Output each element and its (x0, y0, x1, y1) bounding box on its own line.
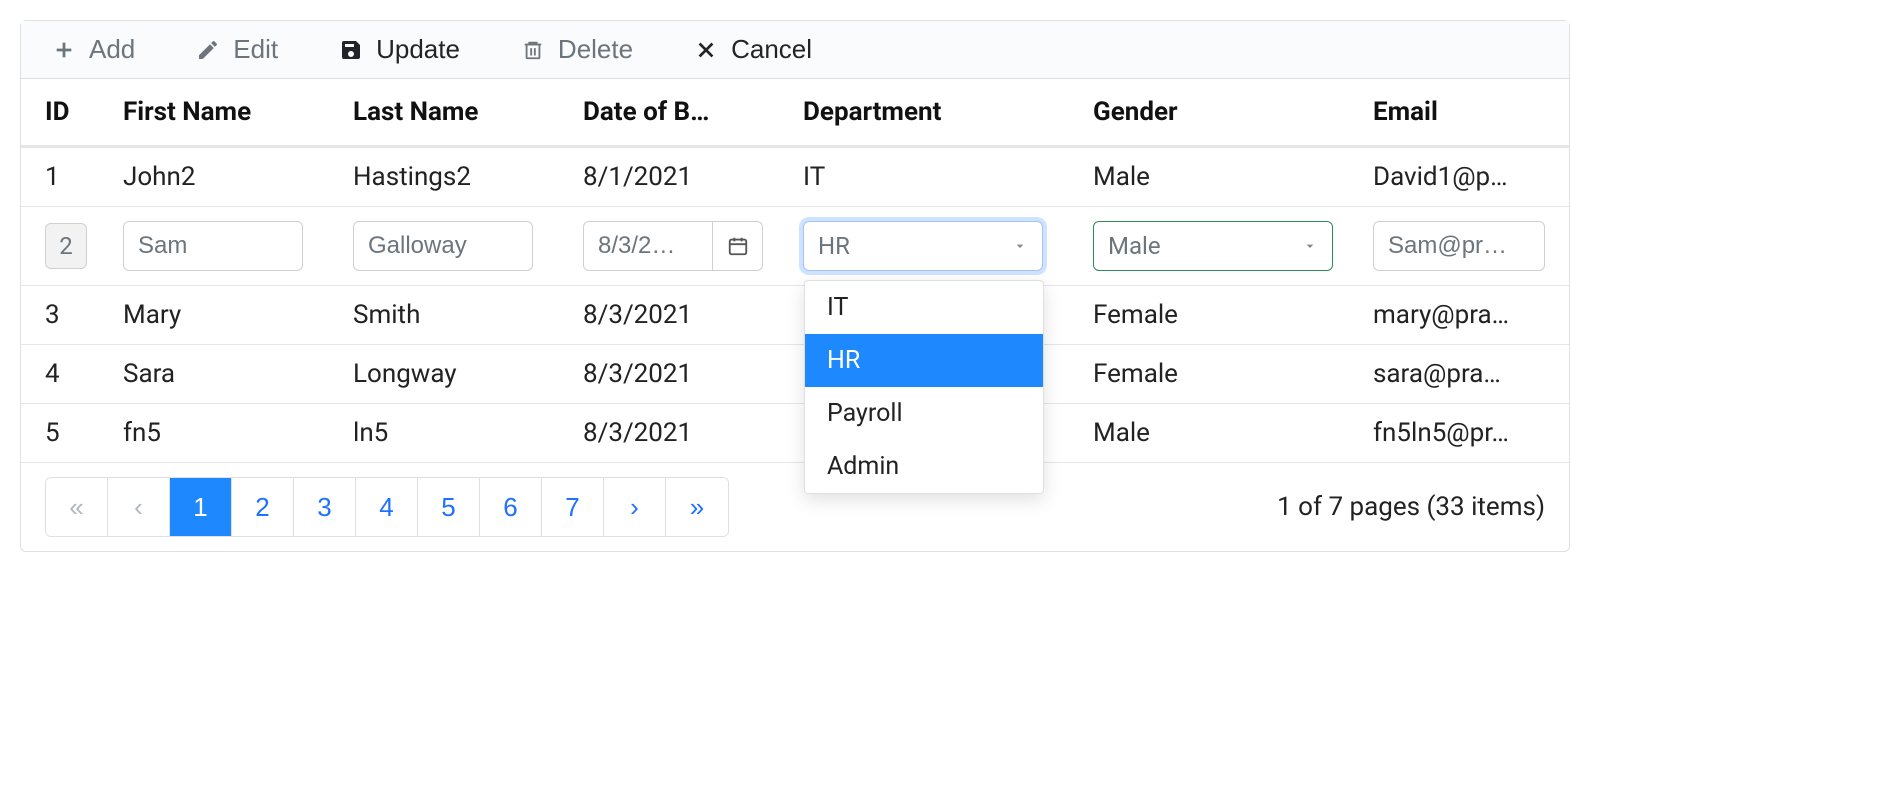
edit-button[interactable]: Edit (189, 33, 284, 66)
table-row-editing: 2 (21, 207, 1569, 286)
chevron-left-icon: ‹ (134, 492, 143, 523)
chevron-down-icon (1012, 238, 1028, 254)
chevrons-left-icon: « (69, 492, 83, 523)
chevron-right-icon: › (630, 492, 639, 523)
pager-page-button[interactable]: 2 (232, 478, 294, 536)
cell-first-name: John2 (111, 147, 341, 207)
pager-next-button[interactable]: › (604, 478, 666, 536)
cell-gender: Male (1081, 404, 1361, 463)
cell-first-name: Sara (111, 345, 341, 404)
cell-id: 1 (21, 147, 111, 207)
cancel-label: Cancel (731, 34, 812, 65)
department-dropdown[interactable]: HR IT HR Payroll Admin (803, 221, 1043, 271)
cell-email: David1@p… (1361, 147, 1569, 207)
data-grid: Add Edit Update Delete Cancel (20, 20, 1570, 552)
gender-selected: Male (1108, 232, 1161, 260)
chevron-down-icon (1302, 238, 1318, 254)
cell-dob: 8/1/2021 (571, 147, 791, 207)
update-button[interactable]: Update (332, 33, 466, 66)
col-header-gender[interactable]: Gender (1081, 79, 1361, 147)
chevrons-right-icon: » (690, 492, 704, 523)
pager-page-button[interactable]: 7 (542, 478, 604, 536)
id-chip: 2 (45, 223, 87, 269)
save-icon (338, 37, 364, 63)
cell-id: 5 (21, 404, 111, 463)
trash-icon (520, 37, 546, 63)
pager-page-button[interactable]: 1 (170, 478, 232, 536)
pencil-icon (195, 37, 221, 63)
cell-last-name: ln5 (341, 404, 571, 463)
col-header-first-name[interactable]: First Name (111, 79, 341, 147)
col-header-email[interactable]: Email (1361, 79, 1569, 147)
pager-page-button[interactable]: 3 (294, 478, 356, 536)
calendar-icon (727, 235, 749, 257)
cell-email: mary@pra… (1361, 286, 1569, 345)
grid-table: ID First Name Last Name Date of B… Depar… (21, 79, 1569, 463)
cell-gender: Male (1081, 147, 1361, 207)
pager-info: 1 of 7 pages (33 items) (1277, 492, 1545, 522)
gender-dropdown[interactable]: Male (1093, 221, 1333, 271)
table-row[interactable]: 3 Mary Smith 8/3/2021 Female mary@pra… (21, 286, 1569, 345)
add-label: Add (89, 34, 135, 65)
department-option[interactable]: IT (805, 281, 1043, 334)
col-header-last-name[interactable]: Last Name (341, 79, 571, 147)
cell-last-name: Longway (341, 345, 571, 404)
cell-dob: 8/3/2021 (571, 286, 791, 345)
pager-row: « ‹ 1 2 3 4 5 6 7 › » 1 of 7 pages (33 i… (21, 463, 1569, 551)
edit-label: Edit (233, 34, 278, 65)
first-name-input[interactable] (123, 221, 303, 271)
pager-first-button[interactable]: « (46, 478, 108, 536)
cell-dob: 8/3/2021 (571, 404, 791, 463)
cancel-button[interactable]: Cancel (687, 33, 818, 66)
cell-email: sara@pra… (1361, 345, 1569, 404)
table-row[interactable]: 5 fn5 ln5 8/3/2021 Male fn5ln5@pr… (21, 404, 1569, 463)
add-button[interactable]: Add (45, 33, 141, 66)
department-option[interactable]: HR (805, 334, 1043, 387)
col-header-dob[interactable]: Date of B… (571, 79, 791, 147)
cell-id: 4 (21, 345, 111, 404)
pager-page-button[interactable]: 6 (480, 478, 542, 536)
email-input[interactable] (1373, 221, 1545, 271)
toolbar: Add Edit Update Delete Cancel (21, 21, 1569, 79)
col-header-department[interactable]: Department (791, 79, 1081, 147)
table-row[interactable]: 1 John2 Hastings2 8/1/2021 IT Male David… (21, 147, 1569, 207)
delete-button[interactable]: Delete (514, 33, 639, 66)
update-label: Update (376, 34, 460, 65)
close-icon (693, 37, 719, 63)
department-option[interactable]: Admin (805, 440, 1043, 493)
col-header-id[interactable]: ID (21, 79, 111, 147)
department-dropdown-popup: IT HR Payroll Admin (804, 280, 1044, 494)
pager: « ‹ 1 2 3 4 5 6 7 › » (45, 477, 729, 537)
cell-gender: Female (1081, 345, 1361, 404)
pager-prev-button[interactable]: ‹ (108, 478, 170, 536)
cell-first-name: fn5 (111, 404, 341, 463)
pager-last-button[interactable]: » (666, 478, 728, 536)
dob-input[interactable] (583, 221, 713, 271)
date-picker-button[interactable] (713, 221, 763, 271)
cell-first-name: Mary (111, 286, 341, 345)
cell-email: fn5ln5@pr… (1361, 404, 1569, 463)
cell-dob: 8/3/2021 (571, 345, 791, 404)
department-option[interactable]: Payroll (805, 387, 1043, 440)
cell-gender: Female (1081, 286, 1361, 345)
cell-id: 3 (21, 286, 111, 345)
last-name-input[interactable] (353, 221, 533, 271)
table-row[interactable]: 4 Sara Longway 8/3/2021 Female sara@pra… (21, 345, 1569, 404)
cell-last-name: Smith (341, 286, 571, 345)
header-row: ID First Name Last Name Date of B… Depar… (21, 79, 1569, 147)
pager-page-button[interactable]: 4 (356, 478, 418, 536)
department-selected: HR (818, 232, 850, 260)
pager-page-button[interactable]: 5 (418, 478, 480, 536)
plus-icon (51, 37, 77, 63)
delete-label: Delete (558, 34, 633, 65)
cell-last-name: Hastings2 (341, 147, 571, 207)
cell-department: IT (791, 147, 1081, 207)
